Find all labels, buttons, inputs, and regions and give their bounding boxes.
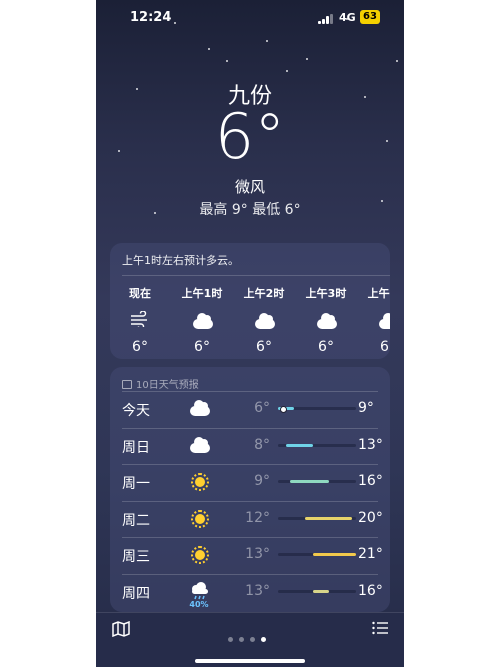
- cloud-icon: [190, 436, 210, 453]
- range-fill: [305, 516, 353, 520]
- high-temp: 16°: [358, 473, 383, 489]
- day-label: 周四: [122, 585, 150, 602]
- cloud-icon: [190, 400, 210, 416]
- hourly-forecast-card[interactable]: 上午1时左右预计多云。 现在 6° 上午1时 6° 上午2时 6° 上午3时 6° 上午4时 6°: [110, 243, 390, 359]
- list-icon[interactable]: [372, 621, 388, 635]
- hourly-item: 现在 6°: [110, 285, 170, 355]
- wind-icon: [131, 310, 147, 330]
- high-temp: 13°: [358, 436, 383, 453]
- hour-label: 上午1时: [181, 287, 223, 300]
- daily-row[interactable]: 周一 9° 16°: [110, 464, 390, 500]
- low-temp: 12°: [245, 509, 270, 526]
- hour-label: 上午3时: [305, 287, 347, 300]
- hour-temp: 6°: [380, 339, 390, 355]
- temperature-range-bar: [278, 589, 356, 593]
- cloud-icon: [255, 313, 275, 329]
- low-temp: 13°: [245, 582, 270, 599]
- cloud-icon: [379, 313, 390, 329]
- battery-icon: 63: [360, 10, 380, 24]
- range-fill: [285, 443, 314, 447]
- high-low: 最高 9° 最低 6°: [199, 202, 301, 218]
- temperature-range-bar: [278, 480, 356, 483]
- current-temp-dot: [280, 406, 288, 413]
- home-indicator[interactable]: [195, 659, 305, 663]
- forecast-summary: 上午1时左右预计多云。: [122, 254, 239, 267]
- divider: [122, 500, 378, 502]
- precipitation-chance: 40%: [189, 599, 209, 609]
- hourly-item: 上午1时 6°: [172, 285, 232, 355]
- low-temp: 8°: [254, 436, 270, 453]
- hour-label: 现在: [129, 287, 151, 300]
- divider: [122, 275, 390, 276]
- page-indicator[interactable]: [228, 627, 272, 646]
- sun-icon: [191, 509, 209, 528]
- hour-temp: 6°: [318, 339, 334, 355]
- daily-forecast-card[interactable]: 10日天气预报 今天 6° 9° 周日 8° 13° 周一 9° 16° 周二 12° 20° 周三 13…: [110, 367, 390, 612]
- divider: [122, 391, 378, 392]
- bottom-toolbar: [96, 612, 404, 667]
- hour-temp: 6°: [132, 339, 148, 355]
- hour-temp: 6°: [194, 339, 210, 355]
- low-temp: 13°: [245, 546, 270, 562]
- daily-header-label: 10日天气预报: [136, 380, 199, 391]
- page-dot[interactable]: [250, 637, 255, 642]
- divider: [122, 573, 378, 575]
- high-temp: 20°: [358, 509, 383, 526]
- daily-row[interactable]: 周日 8° 13°: [110, 427, 390, 464]
- temperature-range-bar: [278, 443, 356, 447]
- cloud-icon: [317, 313, 337, 329]
- map-icon[interactable]: [112, 621, 130, 637]
- sun-icon: [191, 473, 209, 491]
- network-type: 4G: [339, 11, 356, 24]
- range-fill: [313, 553, 356, 556]
- day-label: 周二: [122, 512, 150, 529]
- temperature-range-bar: [278, 516, 356, 520]
- range-fill: [289, 480, 329, 483]
- hourly-item: 上午2时 6°: [234, 285, 294, 355]
- current-temperature: 6°: [214, 100, 286, 173]
- signal-icon: [318, 14, 334, 24]
- daily-row[interactable]: 今天 6° 9°: [110, 391, 390, 427]
- range-fill: [313, 589, 329, 593]
- temperature-range-bar: [278, 553, 356, 556]
- high-temp: 9°: [358, 400, 374, 416]
- weather-screen: 12:24 4G 63 九份 6° 微风 最高 9° 最低 6° 上午1时左右预…: [96, 0, 404, 667]
- cloud-icon: [193, 313, 213, 329]
- hour-temp: 6°: [256, 339, 272, 355]
- hour-label: 上午2时: [243, 287, 285, 300]
- page-dot[interactable]: [261, 637, 266, 642]
- weather-condition: 微风: [234, 178, 265, 196]
- day-label: 周一: [122, 476, 150, 492]
- temperature-range-bar: [278, 406, 356, 413]
- hourly-item: 上午3时 6°: [296, 285, 356, 355]
- page-dot[interactable]: [239, 637, 244, 642]
- day-label: 周三: [122, 549, 150, 565]
- divider: [122, 427, 378, 429]
- calendar-icon: [122, 380, 132, 389]
- low-temp: 9°: [254, 473, 270, 489]
- low-temp: 6°: [254, 400, 270, 416]
- divider: [122, 464, 378, 465]
- daily-header: 10日天气预报: [122, 376, 199, 391]
- status-time: 12:24: [130, 10, 172, 25]
- high-temp: 16°: [358, 582, 383, 599]
- sun-icon: [191, 546, 209, 564]
- daily-row[interactable]: 周四 40% 13° 16°: [110, 573, 390, 610]
- page-dot[interactable]: [228, 637, 233, 642]
- daily-row[interactable]: 周三 13° 21°: [110, 537, 390, 573]
- divider: [122, 537, 378, 538]
- hourly-item: 上午4时 6°: [358, 285, 390, 355]
- day-label: 周日: [122, 439, 150, 456]
- high-temp: 21°: [358, 546, 383, 562]
- day-label: 今天: [122, 403, 150, 419]
- daily-row[interactable]: 周二 12° 20°: [110, 500, 390, 537]
- hour-label: 上午4时: [367, 287, 390, 300]
- status-bar: 12:24 4G 63: [96, 8, 404, 28]
